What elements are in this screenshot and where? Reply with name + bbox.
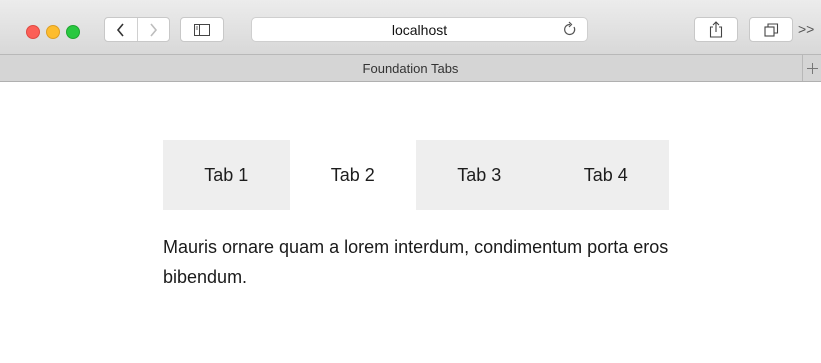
- sidebar-icon: [194, 23, 210, 36]
- show-all-tabs-button[interactable]: [749, 17, 793, 42]
- browser-tab-bar: Foundation Tabs: [0, 54, 821, 82]
- navigation-buttons: [104, 17, 170, 42]
- share-icon: [709, 21, 723, 38]
- tab-4[interactable]: Tab 4: [542, 140, 669, 210]
- toolbar-overflow-button[interactable]: >>: [798, 21, 814, 37]
- address-url: localhost: [391, 22, 448, 38]
- maximize-window-button[interactable]: [66, 25, 80, 39]
- chevron-left-icon: [116, 22, 124, 37]
- back-button[interactable]: [105, 18, 137, 41]
- tab-1[interactable]: Tab 1: [163, 140, 290, 210]
- reload-icon[interactable]: [563, 21, 577, 42]
- new-tab-button[interactable]: [802, 55, 821, 81]
- foundation-tabs: Tab 1 Tab 2 Tab 3 Tab 4: [163, 140, 669, 210]
- sidebar-toggle-button[interactable]: [180, 17, 224, 42]
- share-button[interactable]: [694, 17, 738, 42]
- tab-3[interactable]: Tab 3: [416, 140, 543, 210]
- tab-2[interactable]: Tab 2: [289, 140, 416, 210]
- plus-icon: [806, 62, 818, 74]
- close-window-button[interactable]: [26, 25, 40, 39]
- browser-toolbar: localhost >>: [0, 0, 821, 54]
- browser-tab-title[interactable]: Foundation Tabs: [0, 61, 821, 76]
- tabs-overview-icon: [763, 22, 778, 37]
- address-bar[interactable]: localhost: [251, 17, 588, 42]
- chevron-right-icon: [150, 22, 158, 37]
- forward-button[interactable]: [136, 18, 170, 41]
- minimize-window-button[interactable]: [46, 25, 60, 39]
- page-content: Tab 1 Tab 2 Tab 3 Tab 4 Mauris ornare qu…: [0, 82, 821, 363]
- tab-panel-text: Mauris ornare quam a lorem interdum, con…: [163, 237, 669, 287]
